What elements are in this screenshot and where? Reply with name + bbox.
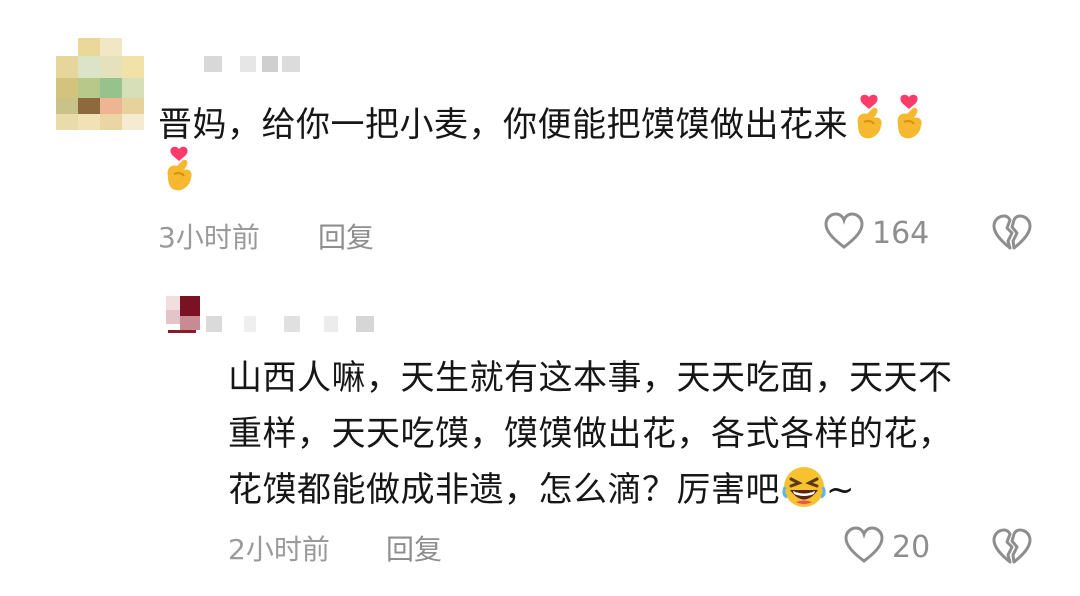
finger-heart-icon (850, 94, 888, 159)
avatar[interactable] (56, 38, 144, 130)
username-blurred[interactable] (206, 316, 376, 334)
finger-heart-icon (160, 146, 198, 198)
like-button[interactable]: 164 (824, 212, 929, 254)
reply-button[interactable]: 回复 (318, 216, 374, 256)
finger-heart-icon (890, 94, 928, 159)
reply-text-line: 花馍都能做成非遗，怎么滴？厉害吧 (228, 470, 780, 510)
reply-text-suffix: ~ (826, 470, 855, 510)
heart-icon (844, 526, 884, 568)
reply-time: 2小时前 (228, 533, 330, 566)
heart-icon (824, 212, 864, 254)
like-count: 164 (872, 215, 930, 251)
avatar[interactable] (166, 296, 206, 336)
username-blurred[interactable] (204, 56, 304, 74)
reply-text-line: 山西人嘛，天生就有这本事，天天吃面，天天不 (228, 358, 953, 398)
broken-heart-icon[interactable] (992, 528, 1032, 570)
like-count: 20 (892, 529, 931, 565)
comment-text: 晋妈，给你一把小麦，你便能把馍馍做出花来 (158, 94, 1018, 159)
like-button[interactable]: 20 (844, 526, 930, 568)
reply-button[interactable]: 回复 (386, 528, 442, 568)
reply-text-line-last: 花馍都能做成非遗，怎么滴？厉害吧 ~ (228, 462, 1028, 526)
reply-text-line: 重样，天天吃馍，馍馍做出花，各式各样的花， (228, 414, 953, 454)
laughing-face-icon (782, 465, 826, 526)
broken-heart-icon[interactable] (992, 214, 1032, 256)
comment-text-body: 晋妈，给你一把小麦，你便能把馍馍做出花来 (158, 105, 848, 145)
reply-text: 山西人嘛，天生就有这本事，天天吃面，天天不 重样，天天吃馍，馍馍做出花，各式各样… (228, 350, 1028, 526)
comment-time: 3小时前 (158, 221, 260, 254)
